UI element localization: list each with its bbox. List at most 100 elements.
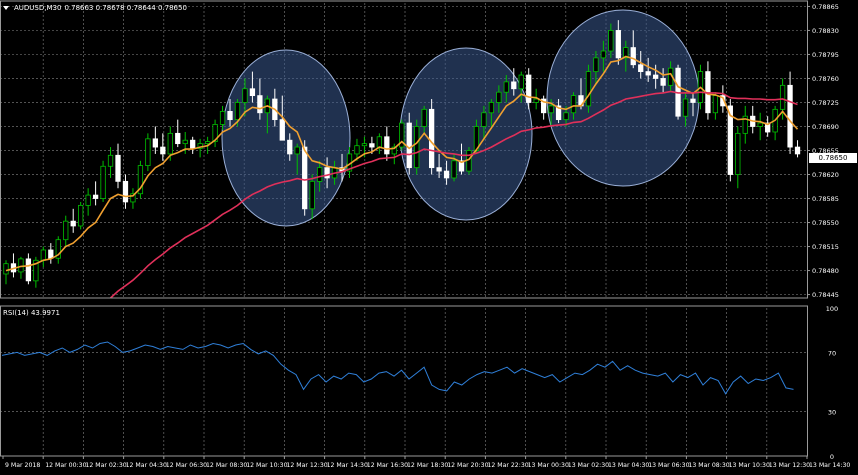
time-tick-label: 12 Mar 04:30 (126, 462, 167, 469)
rsi-axis: 100 70 30 0 (826, 305, 838, 461)
candle-body (428, 108, 435, 169)
candle-body (414, 126, 420, 169)
time-tick-label: 13 Mar 02:30 (568, 462, 609, 469)
candle-body (190, 139, 196, 149)
time-tick-label: 12 Mar 00:30 (45, 462, 86, 469)
price-tick-label: 0.78585 (812, 195, 839, 203)
candle-body (421, 108, 427, 127)
candle-body (682, 98, 689, 117)
time-tick-label: 13 Mar 04:30 (608, 462, 649, 469)
candle-body (384, 136, 390, 155)
candle-body (645, 71, 651, 76)
time-tick-label: 9 Mar 2018 (5, 462, 40, 469)
candle-body (354, 145, 360, 155)
candle-body (600, 50, 607, 59)
candle-body (593, 57, 599, 73)
price-axis: 0.78865 0.78830 0.78795 0.78760 0.78725 0.786… (807, 3, 839, 299)
rsi-indicator (1, 341, 794, 395)
candle-body (227, 110, 233, 121)
candle-body (533, 98, 539, 103)
time-tick-label: 13 Mar 14:30 (809, 462, 850, 469)
chart-window: 0.78865 0.78830 0.78795 0.78760 0.78725 0.786… (0, 0, 858, 475)
candle-body (324, 167, 330, 179)
rsi-tick-label: 70 (828, 349, 836, 357)
candle-body (316, 167, 323, 182)
price-tick-label: 0.78795 (812, 51, 839, 59)
triangle-down-icon[interactable] (3, 6, 9, 10)
time-tick-label: 12 Mar 18:30 (407, 462, 448, 469)
candle-body (219, 110, 226, 125)
price-tick-label: 0.78445 (812, 291, 839, 299)
candle-body (690, 98, 696, 103)
highlight-ellipses (221, 9, 700, 227)
candle-body (40, 249, 46, 261)
candle-body (309, 180, 315, 210)
candle-body (257, 95, 263, 114)
candle-body (503, 81, 509, 93)
rsi-tick-label: 30 (828, 409, 836, 417)
candle-body (78, 204, 84, 227)
time-tick-label: 12 Mar 20:30 (447, 462, 488, 469)
candle-body (48, 249, 54, 259)
price-tick-label: 0.78760 (812, 75, 839, 83)
price-tick-label: 0.78620 (812, 171, 839, 179)
candle-body (496, 91, 502, 103)
candle-body (167, 132, 173, 155)
time-tick-label: 12 Mar 08:30 (206, 462, 247, 469)
time-tick-label: 13 Mar 00:30 (528, 462, 569, 469)
time-tick-label: 12 Mar 14:30 (327, 462, 368, 469)
candle-body (406, 122, 412, 169)
candle-body (630, 47, 636, 66)
candle-body (563, 112, 569, 121)
time-tick-label: 12 Mar 16:30 (367, 462, 408, 469)
price-tick-label: 0.78725 (812, 99, 839, 107)
candle-body (287, 139, 293, 155)
candle-body (615, 30, 621, 59)
time-tick-label: 12 Mar 02:30 (85, 462, 126, 469)
candle-body (175, 132, 181, 145)
candle-body (249, 88, 256, 97)
current-price-tag: 0.78650 (809, 153, 857, 163)
candle-body (85, 194, 91, 206)
candle-body (794, 146, 801, 155)
rsi-tick-label: 100 (826, 305, 838, 313)
candle-body (92, 194, 99, 199)
candle-body (25, 258, 32, 282)
candle-body (585, 71, 592, 107)
candle-body (376, 136, 383, 148)
candle-body (369, 143, 375, 148)
candle-body (436, 167, 442, 172)
time-tick-label: 13 Mar 06:30 (648, 462, 689, 469)
candle-body (122, 180, 129, 203)
candle-body (145, 138, 151, 166)
candle-body (488, 102, 495, 114)
candle-body (279, 119, 285, 141)
candle-body (234, 102, 241, 121)
candle-body (18, 258, 24, 273)
candle-body (526, 74, 532, 103)
candle-body (511, 81, 517, 90)
candle-body (548, 105, 554, 114)
time-axis: 9 Mar 2018 12 Mar 00:3012 Mar 02:3012 Mar… (2, 456, 850, 469)
candle-body (160, 146, 166, 155)
candle-body (757, 122, 763, 127)
highlight-ellipse (221, 49, 351, 227)
time-tick-label: 12 Mar 22:30 (487, 462, 528, 469)
rsi-title: RSI(14) 43.9971 (3, 309, 60, 317)
candle-body (3, 263, 9, 275)
candle-body (608, 30, 614, 52)
candle-body (481, 112, 487, 127)
candle-body (182, 139, 188, 145)
highlight-ellipse (399, 47, 533, 221)
candle-body (242, 88, 248, 103)
candle-body (115, 154, 121, 182)
candle-body (653, 74, 659, 79)
chart-title: AUDUSD,M30 0.78663 0.78678 0.78644 0.786… (3, 4, 187, 12)
time-tick-label: 12 Mar 06:30 (166, 462, 207, 469)
candle-body (443, 170, 450, 179)
candle-body (294, 146, 300, 155)
candle-body (735, 132, 741, 175)
candle-body (570, 95, 577, 114)
time-tick-label: 12 Mar 12:30 (286, 462, 327, 469)
candle-body (518, 74, 524, 90)
